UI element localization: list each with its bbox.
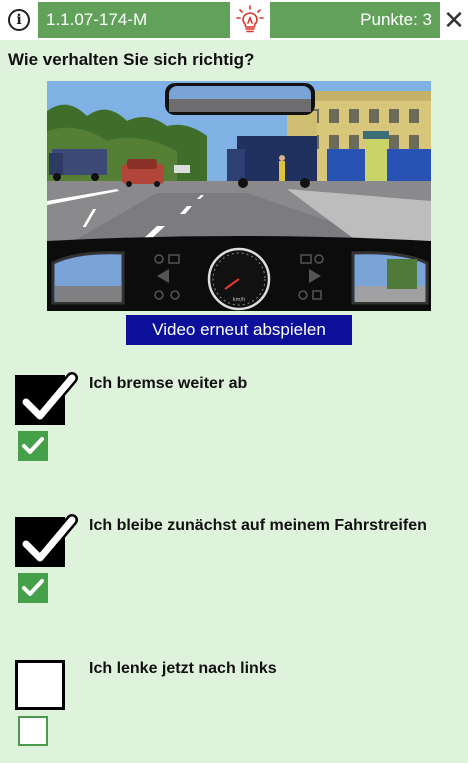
svg-text:km/h: km/h: [233, 297, 246, 303]
checkmark-icon: [22, 437, 44, 454]
answer-3-solution-checkbox: [18, 716, 48, 746]
top-bar: i 1.1.07-174-M Punkte: 3 ✕: [0, 0, 468, 40]
question-id: 1.1.07-174-M: [38, 2, 230, 38]
info-icon: i: [8, 9, 30, 31]
replay-video-button[interactable]: Video erneut abspielen: [126, 315, 352, 345]
answer-2-checkbox[interactable]: [15, 514, 78, 567]
answer-1-solution-checkbox: [18, 431, 48, 461]
question-text: Wie verhalten Sie sich richtig?: [8, 50, 255, 69]
points-display: Punkte: 3: [270, 2, 440, 38]
checkmark-icon: [20, 372, 78, 422]
hint-button[interactable]: [230, 0, 270, 40]
info-button[interactable]: i: [0, 0, 38, 40]
answer-3-text[interactable]: Ich lenke jetzt nach links: [89, 660, 459, 678]
lightbulb-icon: [236, 5, 264, 33]
close-icon: ✕: [443, 4, 465, 35]
answer-2-solution-checkbox: [18, 573, 48, 603]
answer-2-text[interactable]: Ich bleibe zunächst auf meinem Fahrstrei…: [89, 517, 459, 535]
answer-3-checkbox[interactable]: [15, 660, 65, 710]
checkmark-icon: [20, 514, 78, 564]
checkmark-icon: [22, 579, 44, 596]
answer-1-text[interactable]: Ich bremse weiter ab: [89, 375, 459, 393]
traffic-scene-image: km/h: [47, 81, 431, 311]
video-frame[interactable]: km/h: [47, 81, 431, 311]
close-button[interactable]: ✕: [440, 0, 468, 40]
answer-1-checkbox[interactable]: [15, 372, 78, 425]
